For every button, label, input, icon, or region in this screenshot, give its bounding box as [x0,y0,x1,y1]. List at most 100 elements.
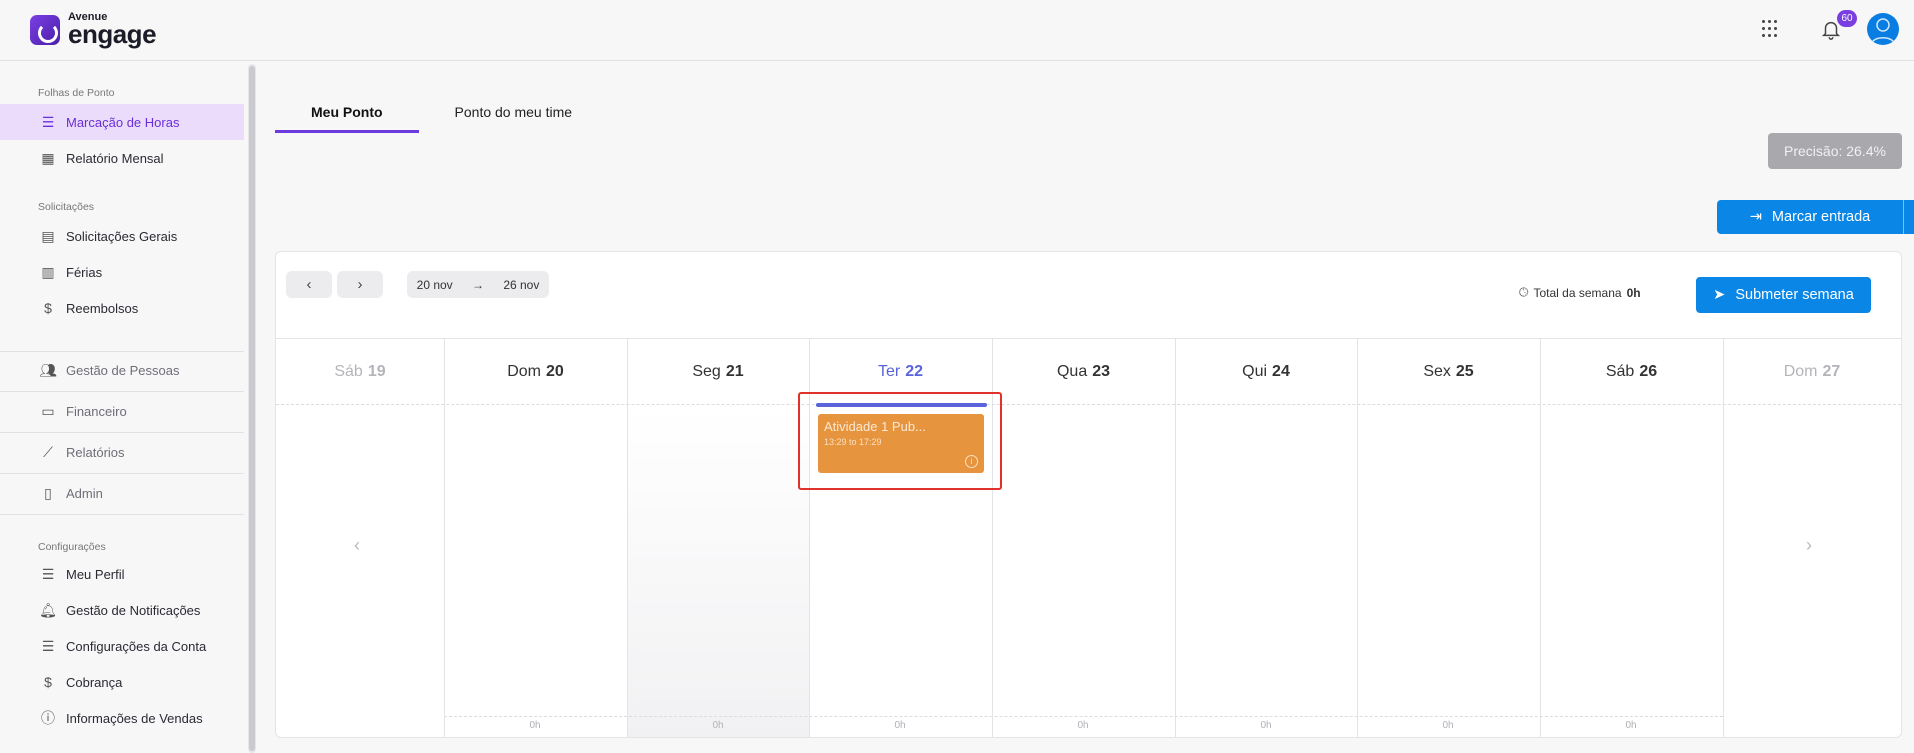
chart-line-icon: ⟋ [43,443,53,460]
sidebar-item-label: Relatórios [66,444,125,460]
sidebar-item-informacoes-de-vendas[interactable]: ⓘ Informações de Vendas [0,700,244,736]
sidebar-divider [0,473,244,474]
week-calendar-card [275,251,1902,738]
next-week-button[interactable]: › [337,271,383,298]
sidebar-item-configuracoes-da-conta[interactable]: ☰ Configurações da Conta [0,628,244,664]
sidebar-item-admin[interactable]: ▯ Admin [0,475,244,511]
previous-week-button[interactable]: ‹ [286,271,332,298]
week-range[interactable]: 20 nov → 26 nov [407,271,549,298]
submeter-semana-label: Submeter semana [1735,287,1854,303]
info-icon[interactable]: i [965,455,978,468]
sidebar-item-label: Gestão de Pessoas [66,362,180,378]
logo-big-text: engage [68,19,157,49]
day-header-sab-19: Sáb 19 [334,363,386,380]
week-total-label: Total da semana [1533,285,1622,300]
calendar-event[interactable]: Atividade 1 Pub... 13:29 to 17:29 i [818,414,984,473]
tab-ponto-do-meu-time[interactable]: Ponto do meu time [419,95,609,133]
list-icon: ☰ [41,565,55,582]
tab-meu-ponto[interactable]: Meu Ponto [275,95,419,133]
day-total-ter-22: 0h [894,720,906,731]
week-from: 20 nov [416,277,453,292]
sidebar-divider [0,391,244,392]
bell-icon: 🔔︎ [39,601,57,618]
day-header-qua-23[interactable]: Qua 23 [992,339,1175,405]
event-title: Atividade 1 Pub... [824,419,926,434]
today-indicator-bar [816,403,987,407]
arrow-right-icon: → [472,277,484,292]
day-total-qua-23: 0h [1077,720,1089,731]
timesheet-icon: ☰ [41,113,55,130]
sidebar-item-ferias[interactable]: ▥ Férias [0,254,244,290]
week-total: 🕓︎ Total da semana 0h [1519,285,1641,300]
sidebar-item-financeiro[interactable]: ▭ Financeiro [0,393,244,429]
top-bar: Avenue engage 60 [0,0,1914,61]
day-header-ter-22[interactable]: Ter 22 [809,339,992,405]
day-header-dom-27: Dom 27 [1783,363,1841,380]
day-total-sab-26: 0h [1625,720,1637,731]
marcar-entrada-dropdown[interactable]: ⌄ [1903,200,1914,234]
tabs: Meu Ponto Ponto do meu time [275,95,608,133]
sidebar-section-solicitacoes: Solicitações [38,201,95,213]
event-time: 13:29 to 17:29 [824,437,882,447]
sidebar-item-cobranca[interactable]: $ Cobrança [0,664,244,700]
day-total-qui-24: 0h [1260,720,1272,731]
login-arrow-icon: ⇥ [1749,209,1762,225]
marcar-entrada-button[interactable]: ⇥ Marcar entrada [1717,200,1903,234]
dollar-icon: $ [44,674,52,690]
chevron-right-icon: › [357,276,363,293]
sidebar-scrollbar[interactable] [248,64,256,753]
sidebar-item-label: Relatório Mensal [66,150,164,166]
clock-icon: 🕓︎ [1519,285,1529,299]
week-to: 26 nov [503,277,540,292]
sidebar-item-solicitacoes-gerais[interactable]: ▤ Solicitações Gerais [0,218,244,254]
sidebar-item-label: Cobrança [66,674,123,690]
submeter-semana-button[interactable]: ➤ Submeter semana [1696,277,1871,313]
sidebar-item-label: Admin [66,485,103,501]
marcar-entrada-split-button: ⇥ Marcar entrada ⌄ [1717,200,1914,234]
document-icon: ▤ [41,227,55,244]
sidebar-item-label: Meu Perfil [66,566,125,582]
day-header-sab-26[interactable]: Sáb 26 [1540,339,1723,405]
day-total-dom-20: 0h [529,720,541,731]
day-header-qui-24[interactable]: Qui 24 [1175,339,1357,405]
list-icon: ☰ [41,637,55,654]
app-logo[interactable]: Avenue engage [30,12,157,49]
dollar-icon: $ [44,300,52,316]
sidebar-section-folhas: Folhas de Ponto [38,87,115,99]
sidebar-item-relatorio-mensal[interactable]: ▦ Relatório Mensal [0,140,244,176]
sidebar-item-relatorios[interactable]: ⟋ Relatórios [0,434,244,470]
sidebar-item-label: Reembolsos [66,300,139,316]
sidebar-divider [0,432,244,433]
chevron-left-icon: ‹ [306,276,312,293]
sidebar-item-meu-perfil[interactable]: ☰ Meu Perfil [0,556,244,592]
send-icon: ➤ [1713,287,1726,303]
sidebar-item-label: Informações de Vendas [66,710,203,726]
people-icon: 👥︎ [39,361,57,378]
sidebar-item-label: Marcação de Horas [66,114,180,130]
day-header-seg-21[interactable]: Seg 21 [627,339,809,405]
precision-badge: Precisão: 26.4% [1768,133,1902,169]
day-header-sex-25[interactable]: Sex 25 [1357,339,1540,405]
sidebar-item-reembolsos[interactable]: $ Reembolsos [0,290,244,326]
sidebar-item-gestao-de-pessoas[interactable]: 👥︎ Gestão de Pessoas [0,352,244,388]
day-header-dom-20[interactable]: Dom 20 [444,339,627,405]
sidebar-item-label: Férias [66,264,103,280]
sidebar-item-marcacao-de-horas[interactable]: ☰ Marcação de Horas [0,104,244,140]
calendar-scroll-left-icon[interactable]: ‹ [354,535,360,556]
weekend-shade [628,405,809,737]
sidebar-divider [0,514,244,515]
notification-count-badge: 60 [1837,10,1857,27]
apps-grid-icon[interactable] [1762,20,1780,38]
week-total-value: 0h [1626,285,1641,300]
user-avatar-icon[interactable] [1867,13,1899,45]
info-icon: ⓘ [41,710,55,726]
calendar-scroll-right-icon[interactable]: › [1806,535,1812,556]
sidebar-item-label: Financeiro [66,403,127,419]
sidebar-item-label: Solicitações Gerais [66,228,178,244]
day-total-seg-21: 0h [712,720,724,731]
sidebar-item-gestao-de-notificacoes[interactable]: 🔔︎ Gestão de Notificações [0,592,244,628]
sidebar-item-label: Gestão de Notificações [66,602,201,618]
day-total-sex-25: 0h [1442,720,1454,731]
sidebar-item-label: Configurações da Conta [66,638,207,654]
logo-mark-icon [30,14,60,45]
